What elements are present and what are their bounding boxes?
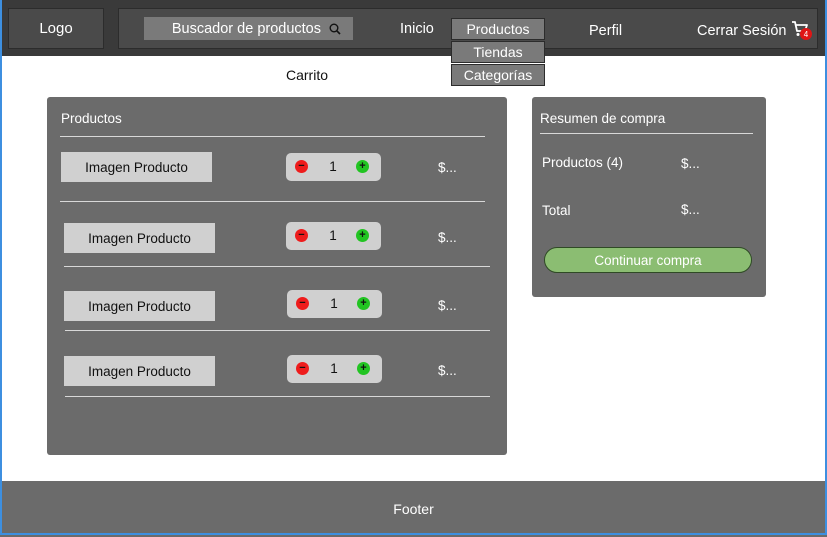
product-image: Imagen Producto bbox=[64, 291, 215, 321]
continue-button[interactable]: Continuar compra bbox=[544, 247, 752, 273]
products-panel-title: Productos bbox=[61, 111, 122, 126]
divider bbox=[65, 396, 490, 397]
plus-icon[interactable]: + bbox=[356, 160, 369, 173]
nav-inicio[interactable]: Inicio bbox=[400, 21, 434, 37]
search-label: Buscador de productos bbox=[171, 20, 321, 37]
nav-perfil[interactable]: Perfil bbox=[589, 23, 622, 39]
summary-products-value: $... bbox=[681, 156, 700, 171]
minus-icon[interactable]: − bbox=[296, 297, 309, 310]
divider bbox=[65, 330, 490, 331]
quantity-stepper: − 1 + bbox=[287, 355, 382, 383]
page-title: Carrito bbox=[286, 67, 329, 83]
quantity-value: 1 bbox=[329, 228, 337, 243]
product-price: $... bbox=[438, 298, 457, 313]
plus-icon[interactable]: + bbox=[356, 229, 369, 242]
nav-productos[interactable]: Productos bbox=[451, 18, 545, 40]
quantity-stepper: − 1 + bbox=[286, 222, 381, 250]
product-price: $... bbox=[438, 363, 457, 378]
divider bbox=[540, 133, 753, 134]
quantity-value: 1 bbox=[329, 159, 337, 174]
plus-icon[interactable]: + bbox=[357, 362, 370, 375]
summary-products-label: Productos (4) bbox=[542, 155, 624, 170]
quantity-stepper: − 1 + bbox=[286, 153, 381, 181]
products-panel bbox=[47, 97, 507, 455]
quantity-value: 1 bbox=[330, 296, 338, 311]
minus-icon[interactable]: − bbox=[296, 362, 309, 375]
quantity-stepper: − 1 + bbox=[287, 290, 382, 318]
dropdown-item-categorias[interactable]: Categorías bbox=[451, 64, 545, 86]
search-input[interactable]: Buscador de productos bbox=[144, 17, 353, 40]
divider bbox=[60, 136, 485, 137]
minus-icon[interactable]: − bbox=[295, 229, 308, 242]
divider bbox=[60, 201, 485, 202]
plus-icon[interactable]: + bbox=[357, 297, 370, 310]
nav-cerrar-sesion[interactable]: Cerrar Sesión bbox=[697, 23, 786, 39]
divider bbox=[64, 266, 490, 267]
quantity-value: 1 bbox=[330, 361, 338, 376]
summary-total-label: Total bbox=[542, 203, 571, 218]
summary-total-value: $... bbox=[681, 202, 700, 217]
logo[interactable]: Logo bbox=[8, 8, 104, 49]
footer: Footer bbox=[0, 481, 827, 537]
product-image: Imagen Producto bbox=[61, 152, 212, 182]
product-price: $... bbox=[438, 230, 457, 245]
search-icon[interactable] bbox=[329, 23, 341, 35]
product-image: Imagen Producto bbox=[64, 356, 215, 386]
product-price: $... bbox=[438, 160, 457, 175]
cart-badge: 4 bbox=[800, 28, 812, 40]
minus-icon[interactable]: − bbox=[295, 160, 308, 173]
product-image: Imagen Producto bbox=[64, 223, 215, 253]
dropdown-item-tiendas[interactable]: Tiendas bbox=[451, 41, 545, 63]
summary-title: Resumen de compra bbox=[540, 111, 666, 126]
